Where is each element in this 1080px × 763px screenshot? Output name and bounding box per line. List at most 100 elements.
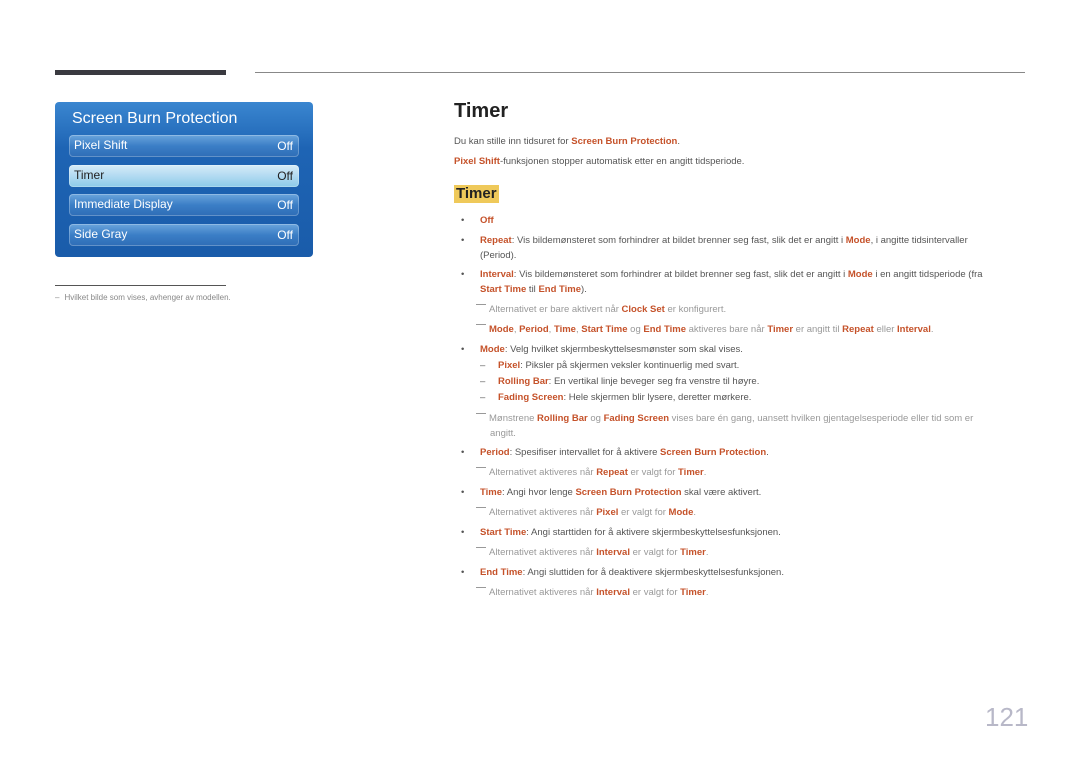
text: : Hele skjermen blir lysere, deretter mø… [563,392,752,403]
osd-item-pixel-shift[interactable]: Pixel Shift Off [69,135,299,157]
osd-item-label: Timer [74,168,105,182]
text: Alternativet aktiveres når [489,547,597,558]
list-item-off: • Off [454,214,1029,229]
section-title: Timer [454,185,499,203]
highlight: Fading Screen [603,413,670,424]
dash: – [480,376,486,387]
text: er valgt for [627,467,679,478]
text: (Period). [480,249,517,261]
text: . [705,587,709,598]
highlight: Start Time [480,283,527,295]
text: : Angi sluttiden for å deaktivere skjerm… [522,567,784,578]
highlight: Repeat [480,235,512,246]
text: , i angitte tidsintervaller [870,235,968,246]
bullet: • [461,567,465,578]
note-end-time: Alternativet aktiveres når Interval er v… [476,586,1026,601]
osd-item-immediate-display[interactable]: Immediate Display Off [69,194,299,216]
note-patterns: Mønstrene Rolling Bar og Fading Screen v… [476,412,1026,441]
text: er konfigurert. [664,304,727,315]
note-start-time: Alternativet aktiveres når Interval er v… [476,546,1026,561]
text: : Spesifiser intervallet for å aktivere [509,447,661,458]
header-bar [55,70,226,75]
text: . [703,467,707,478]
note-timer-settings: Mode, Period, Time, Start Time og End Ti… [476,323,1026,338]
bullet: • [461,447,465,458]
sub-item-pixel: – Pixel: Piksler på skjermen veksler kont… [480,359,739,374]
text: er valgt for [629,587,681,598]
text: ). [581,283,587,295]
highlight: Start Time [581,324,628,335]
list-item-time: • Time: Angi hvor lenge Screen Burn Prot… [454,486,1029,501]
osd-item-label: Side Gray [74,227,128,241]
bullet: • [461,215,465,226]
highlight: Timer [767,324,794,335]
list-item-mode: • Mode: Velg hvilket skjermbeskyttelsesm… [454,343,1029,358]
text: vises bare én gang, uansett hvilken gjen… [669,413,974,424]
page-number: 121 [985,702,1029,732]
footnote: – Hvilket bilde som vises, avhenger av mo… [55,293,231,302]
highlight: Mode [489,324,514,335]
text: : Velg hvilket skjermbeskyttelsesmønster… [504,344,743,355]
osd-item-label: Pixel Shift [74,138,128,152]
text: : Angi hvor lenge [502,487,576,498]
highlight: End Time [480,567,523,578]
highlight: Screen Burn Protection [571,136,678,147]
text: . [766,447,769,458]
osd-title: Screen Burn Protection [72,110,238,127]
highlight: Period [519,324,549,335]
sub-item-rolling-bar: – Rolling Bar: En vertikal linje beveger … [480,375,759,390]
highlight: Off [480,215,494,226]
note-icon [476,587,486,588]
text: Alternativet aktiveres når [489,507,597,518]
text: aktiveres bare når [685,324,768,335]
list-item-repeat: • Repeat: Vis bildemønsteret som forhind… [454,234,1029,263]
highlight: Rolling Bar [498,376,549,387]
text: er valgt for [618,507,669,518]
highlight: Screen Burn Protection [575,487,682,498]
dash: – [480,392,486,403]
note-period: Alternativet aktiveres når Repeat er val… [476,466,1026,481]
highlight: Repeat [842,324,874,335]
text: : Piksler på skjermen veksler kontinuerl… [520,360,740,371]
list-item-period: • Period: Spesifiser intervallet for å a… [454,446,1029,461]
osd-item-side-gray[interactable]: Side Gray Off [69,224,299,246]
intro-paragraph-1: Du kan stille inn tidsuret for Screen Bu… [454,136,680,147]
page-title: Timer [454,100,509,122]
note-icon [476,467,486,468]
highlight: Pixel [596,507,619,518]
note-icon [476,324,486,325]
text: og [627,324,644,335]
text: : Vis bildemønsteret som forhindrer at b… [511,235,846,246]
osd-item-timer[interactable]: Timer Off [69,165,299,187]
text: Mønstrene [489,413,538,424]
bullet: • [461,344,465,355]
dash: – [480,360,486,371]
highlight: Mode [845,235,871,246]
text: Du kan stille inn tidsuret for [454,136,572,147]
osd-item-label: Immediate Display [74,197,173,211]
text: i en angitt tidsperiode (fra [872,269,983,280]
highlight: End Time [538,283,582,295]
osd-menu-screen-burn-protection: Screen Burn Protection Pixel Shift Off T… [55,102,313,257]
highlight: Start Time [480,527,527,538]
highlight: Mode [668,507,694,518]
note-time: Alternativet aktiveres når Pixel er valg… [476,506,1026,521]
bullet: • [461,235,465,246]
text: Alternativet aktiveres når [489,467,597,478]
highlight: Interval [897,324,931,335]
osd-item-value: Off [277,139,293,153]
text: til [526,283,539,295]
footnote-dash: – [55,293,60,302]
note-icon [476,413,486,414]
highlight: Time [480,487,503,498]
text: : Angi starttiden for å aktivere skjermb… [526,527,781,538]
text: -funksjonen stopper automatisk etter en … [499,156,745,167]
highlight: End Time [643,324,686,335]
list-item-start-time: • Start Time: Angi starttiden for å akti… [454,526,1029,541]
highlight: Clock Set [621,304,665,315]
highlight: Interval [480,269,514,280]
intro-paragraph-2: Pixel Shift-funksjonen stopper automatis… [454,156,744,167]
highlight: Rolling Bar [537,413,588,424]
text: Alternativet er bare aktivert når [489,304,622,315]
highlight: Fading Screen [498,392,564,403]
